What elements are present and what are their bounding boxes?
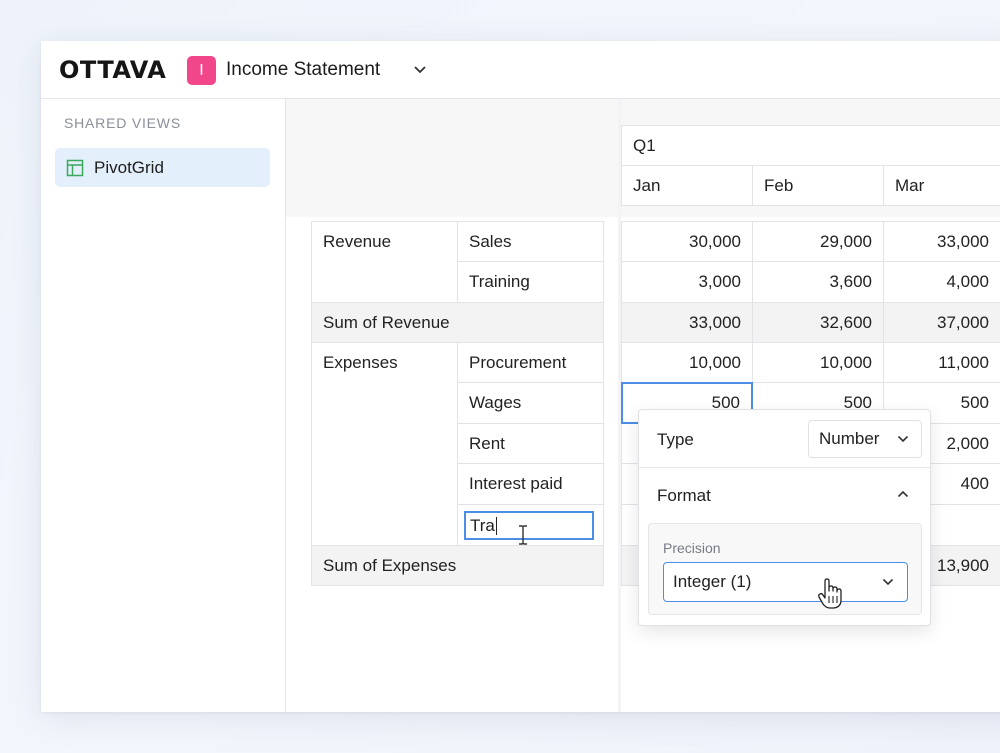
- row-group-revenue[interactable]: Revenue: [311, 221, 458, 303]
- column-group-header[interactable]: Q1: [621, 125, 1000, 166]
- sum-value-cell[interactable]: 32,600: [752, 302, 884, 343]
- value-cell[interactable]: 10,000: [752, 342, 884, 383]
- value-cell[interactable]: 11,000: [883, 342, 1000, 383]
- value-cell[interactable]: 30,000: [621, 221, 753, 262]
- value-cell[interactable]: 10,000: [621, 342, 753, 383]
- type-label: Type: [657, 430, 694, 449]
- sidebar-item-label: PivotGrid: [94, 157, 164, 177]
- value-cell[interactable]: 4,000: [883, 261, 1000, 303]
- table-icon: [66, 159, 84, 176]
- row-header-rent[interactable]: Rent: [457, 423, 604, 464]
- row-header-edit-input[interactable]: Tra: [464, 511, 594, 540]
- document-title[interactable]: Income Statement: [226, 59, 380, 81]
- type-select[interactable]: Number: [808, 420, 922, 458]
- document-badge: I: [187, 56, 216, 85]
- popover-divider: [639, 467, 930, 468]
- sum-value-cell[interactable]: 37,000: [883, 302, 1000, 343]
- value-cell[interactable]: 33,000: [883, 221, 1000, 262]
- app-window: OTTAVA I Income Statement SHARED VIEWS P…: [41, 41, 1000, 712]
- row-header-interest-paid[interactable]: Interest paid: [457, 463, 604, 505]
- row-header-wages[interactable]: Wages: [457, 382, 604, 424]
- hand-pointer-icon: [818, 578, 842, 609]
- sidebar-heading: SHARED VIEWS: [64, 115, 181, 131]
- format-section-header[interactable]: Format: [657, 486, 711, 506]
- top-bar: OTTAVA I Income Statement: [41, 41, 1000, 99]
- row-header-sales[interactable]: Sales: [457, 221, 604, 262]
- chevron-down-icon[interactable]: [413, 65, 427, 75]
- text-cursor-icon: [519, 525, 527, 545]
- sum-value-cell[interactable]: 33,000: [621, 302, 753, 343]
- cell-format-popover: Type Number Format Precision Integer (1): [638, 409, 931, 626]
- type-select-value: Number: [819, 429, 880, 448]
- precision-select-value: Integer (1): [673, 572, 752, 591]
- format-section: Precision Integer (1): [648, 523, 922, 615]
- row-header-sum-of-revenue[interactable]: Sum of Revenue: [311, 302, 604, 343]
- column-header-jan[interactable]: Jan: [621, 165, 753, 206]
- sidebar: SHARED VIEWS PivotGrid: [41, 99, 286, 712]
- precision-select[interactable]: Integer (1): [663, 562, 908, 602]
- app-logo: OTTAVA: [59, 56, 167, 84]
- row-header-training[interactable]: Training: [457, 261, 604, 303]
- value-cell[interactable]: 3,000: [621, 261, 753, 303]
- row-header-sum-of-expenses[interactable]: Sum of Expenses: [311, 545, 604, 586]
- row-group-expenses[interactable]: Expenses: [311, 342, 458, 546]
- chevron-up-icon[interactable]: [897, 490, 909, 498]
- edit-input-text: Tra: [470, 515, 495, 535]
- value-cell[interactable]: 29,000: [752, 221, 884, 262]
- chevron-down-icon: [882, 578, 894, 586]
- row-header-procurement[interactable]: Procurement: [457, 342, 604, 383]
- value-cell[interactable]: 3,600: [752, 261, 884, 303]
- text-caret: [495, 516, 497, 535]
- column-header-mar[interactable]: Mar: [883, 165, 1000, 206]
- chevron-down-icon: [897, 435, 909, 443]
- pivot-grid: Q1 Jan Feb Mar Revenue Sales Training Su…: [286, 99, 1000, 712]
- column-header-feb[interactable]: Feb: [752, 165, 884, 206]
- precision-label: Precision: [663, 540, 721, 556]
- sidebar-item-pivotgrid[interactable]: PivotGrid: [55, 148, 270, 187]
